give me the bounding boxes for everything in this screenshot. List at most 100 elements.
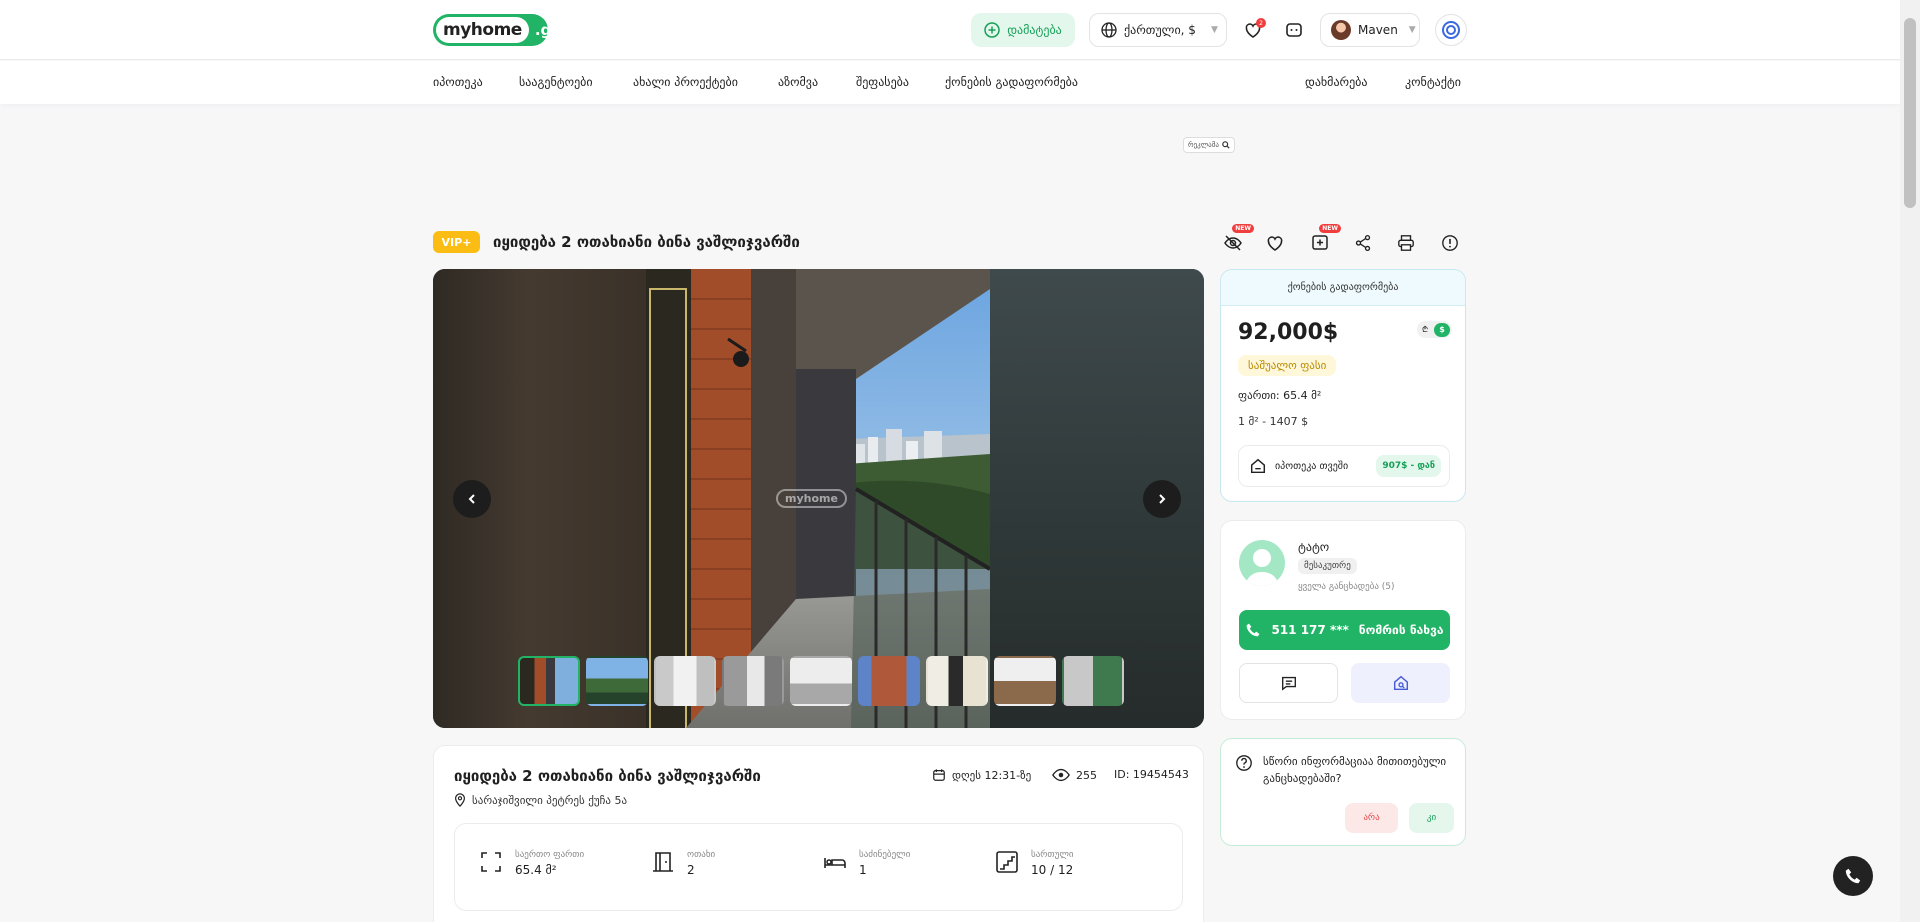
mortgage-label: იპოთეკა თვეში xyxy=(1275,460,1349,472)
listing-title: იყიდება 2 ოთახიანი ბინა ვაშლიჯვარში xyxy=(493,233,800,251)
tnet-apps-button[interactable] xyxy=(1435,14,1467,46)
message-agent-button[interactable] xyxy=(1239,663,1338,703)
nav-new-projects[interactable]: ახალი პროექტები xyxy=(633,75,738,89)
heart-icon xyxy=(1267,236,1283,251)
feature-value: 1 xyxy=(859,863,867,877)
feature-label: ოთახი xyxy=(687,850,716,860)
details-title: იყიდება 2 ოთახიანი ბინა ვაშლიჯვარში xyxy=(454,767,761,785)
question-circle-icon xyxy=(1236,755,1252,771)
thumbnail[interactable] xyxy=(586,656,648,706)
page-scrollbar[interactable] xyxy=(1900,0,1920,922)
globe-icon xyxy=(1101,22,1117,38)
gallery-next-button[interactable] xyxy=(1143,480,1181,518)
thumbnail[interactable] xyxy=(858,656,920,706)
nav-agencies[interactable]: სააგენტოები xyxy=(519,75,593,89)
feature-rooms: ოთახი 2 xyxy=(651,850,715,877)
agent-card: ტატო მესაკუთრე ყველა განცხადება (5) 511 … xyxy=(1220,520,1466,720)
property-transfer-banner[interactable]: ქონების გადაფორმება xyxy=(1221,270,1465,306)
scrollbar-thumb[interactable] xyxy=(1904,18,1916,208)
feature-value: 10 / 12 xyxy=(1031,863,1074,877)
nav-valuation[interactable]: შეფასება xyxy=(856,75,909,89)
mortgage-value: 907$ - დან xyxy=(1376,455,1441,477)
thumbnail[interactable] xyxy=(722,656,784,706)
logo-domain: .ge xyxy=(534,21,562,39)
thumbnail-strip xyxy=(518,656,1124,706)
phone-icon xyxy=(1247,623,1260,637)
posted-date: დღეს 12:31-ზე xyxy=(932,768,1031,782)
agent-avatar xyxy=(1239,540,1285,586)
listing-details-card: იყიდება 2 ოთახიანი ბინა ვაშლიჯვარში დღეს… xyxy=(433,745,1204,922)
show-phone-button[interactable]: 511 177 *** ნომრის ნახვა xyxy=(1239,610,1450,650)
view-count: 255 xyxy=(1052,768,1097,782)
favorites-button[interactable]: 2 xyxy=(1239,16,1267,44)
currency-usd[interactable]: $ xyxy=(1434,322,1450,337)
messages-button[interactable] xyxy=(1280,16,1308,44)
nav-contact[interactable]: კონტაქტი xyxy=(1405,75,1461,89)
share-button[interactable] xyxy=(1350,230,1376,256)
floating-call-button[interactable] xyxy=(1833,856,1873,896)
feedback-yes-button[interactable]: კი xyxy=(1409,803,1454,833)
main-nav: იპოთეკა სააგენტოები ახალი პროექტები აზომ… xyxy=(0,61,1900,104)
ad-label[interactable]: რეკლამა xyxy=(1183,137,1235,153)
currency-lari[interactable]: ₾ xyxy=(1422,324,1428,335)
price-card: ქონების გადაფორმება 92,000$ ₾ $ საშუალო … xyxy=(1220,269,1466,502)
eye-icon xyxy=(1052,768,1070,782)
currency-toggle[interactable]: ₾ $ xyxy=(1417,321,1452,338)
thumbnail[interactable] xyxy=(654,656,716,706)
price: 92,000$ xyxy=(1238,320,1339,345)
home-search-icon xyxy=(1393,675,1408,691)
feature-label: სართული xyxy=(1031,850,1074,860)
language-currency-select[interactable]: ქართული, $ ▼ xyxy=(1089,13,1227,47)
add-listing-button[interactable]: დამატება xyxy=(971,13,1075,47)
nav-help[interactable]: დახმარება xyxy=(1305,75,1368,89)
feature-floor: სართული 10 / 12 xyxy=(995,850,1074,877)
address: სარაჯიშვილი პეტრეს ქუჩა 5ა xyxy=(454,793,627,807)
eye-off-icon xyxy=(1224,235,1242,251)
thumbnail[interactable] xyxy=(518,656,580,706)
vip-badge: VIP+ xyxy=(433,231,480,253)
favorite-listing-button[interactable] xyxy=(1262,230,1288,256)
printer-icon xyxy=(1398,235,1414,251)
show-phone-label: ნომრის ნახვა xyxy=(1358,623,1444,637)
add-listing-label: დამატება xyxy=(1007,23,1062,37)
thumbnail[interactable] xyxy=(926,656,988,706)
average-price-badge: საშუალო ფასი xyxy=(1238,355,1337,376)
tnet-logo-icon xyxy=(1442,21,1460,39)
report-button[interactable] xyxy=(1437,230,1463,256)
area-icon xyxy=(481,852,501,872)
agent-name: ტატო xyxy=(1298,540,1330,554)
thumbnail[interactable] xyxy=(994,656,1056,706)
user-menu[interactable]: Maven ▼ xyxy=(1320,13,1420,47)
gallery-prev-button[interactable] xyxy=(453,480,491,518)
all-listings-link[interactable]: ყველა განცხადება (5) xyxy=(1298,582,1395,592)
language-label: ქართული, $ xyxy=(1124,23,1196,37)
nav-mortgage[interactable]: იპოთეკა xyxy=(433,75,483,89)
view-count-text: 255 xyxy=(1076,768,1097,782)
agency-profile-button[interactable] xyxy=(1351,663,1450,703)
nav-property-transfer[interactable]: ქონების გადაფორმება xyxy=(945,75,1078,89)
new-badge: NEW xyxy=(1232,224,1254,233)
posted-date-text: დღეს 12:31-ზე xyxy=(952,768,1032,782)
location-pin-icon xyxy=(455,793,465,807)
door-icon xyxy=(653,852,673,872)
feedback-card: სწორი ინფორმაციაა მითითებული განცხადებაშ… xyxy=(1220,738,1466,846)
thumbnail[interactable] xyxy=(1062,656,1124,706)
feature-label: საძინებელი xyxy=(859,850,911,860)
mortgage-row[interactable]: იპოთეკა თვეში 907$ - დან xyxy=(1238,445,1450,487)
bed-icon xyxy=(824,858,846,868)
feature-bedrooms: საძინებელი 1 xyxy=(823,850,910,877)
features-box: საერთო ფართი 65.4 მ² ოთახი 2 საძინებელი 1 ს… xyxy=(454,823,1183,911)
new-badge: NEW xyxy=(1319,224,1341,233)
address-text: სარაჯიშვილი პეტრეს ქუჩა 5ა xyxy=(472,793,628,807)
thumbnail[interactable] xyxy=(790,656,852,706)
print-button[interactable] xyxy=(1393,230,1419,256)
add-note-button[interactable]: NEW xyxy=(1307,224,1341,256)
feedback-no-button[interactable]: არა xyxy=(1345,803,1398,833)
hide-listing-button[interactable]: NEW xyxy=(1220,224,1254,256)
nav-measurement[interactable]: აზომვა xyxy=(778,75,818,89)
chevron-left-icon xyxy=(468,494,475,504)
chat-icon xyxy=(1286,23,1302,37)
myhome-logo[interactable]: myhome .ge xyxy=(433,14,561,46)
plus-circle-icon xyxy=(984,22,1000,38)
area-text: ფართი: 65.4 მ² xyxy=(1238,389,1322,402)
